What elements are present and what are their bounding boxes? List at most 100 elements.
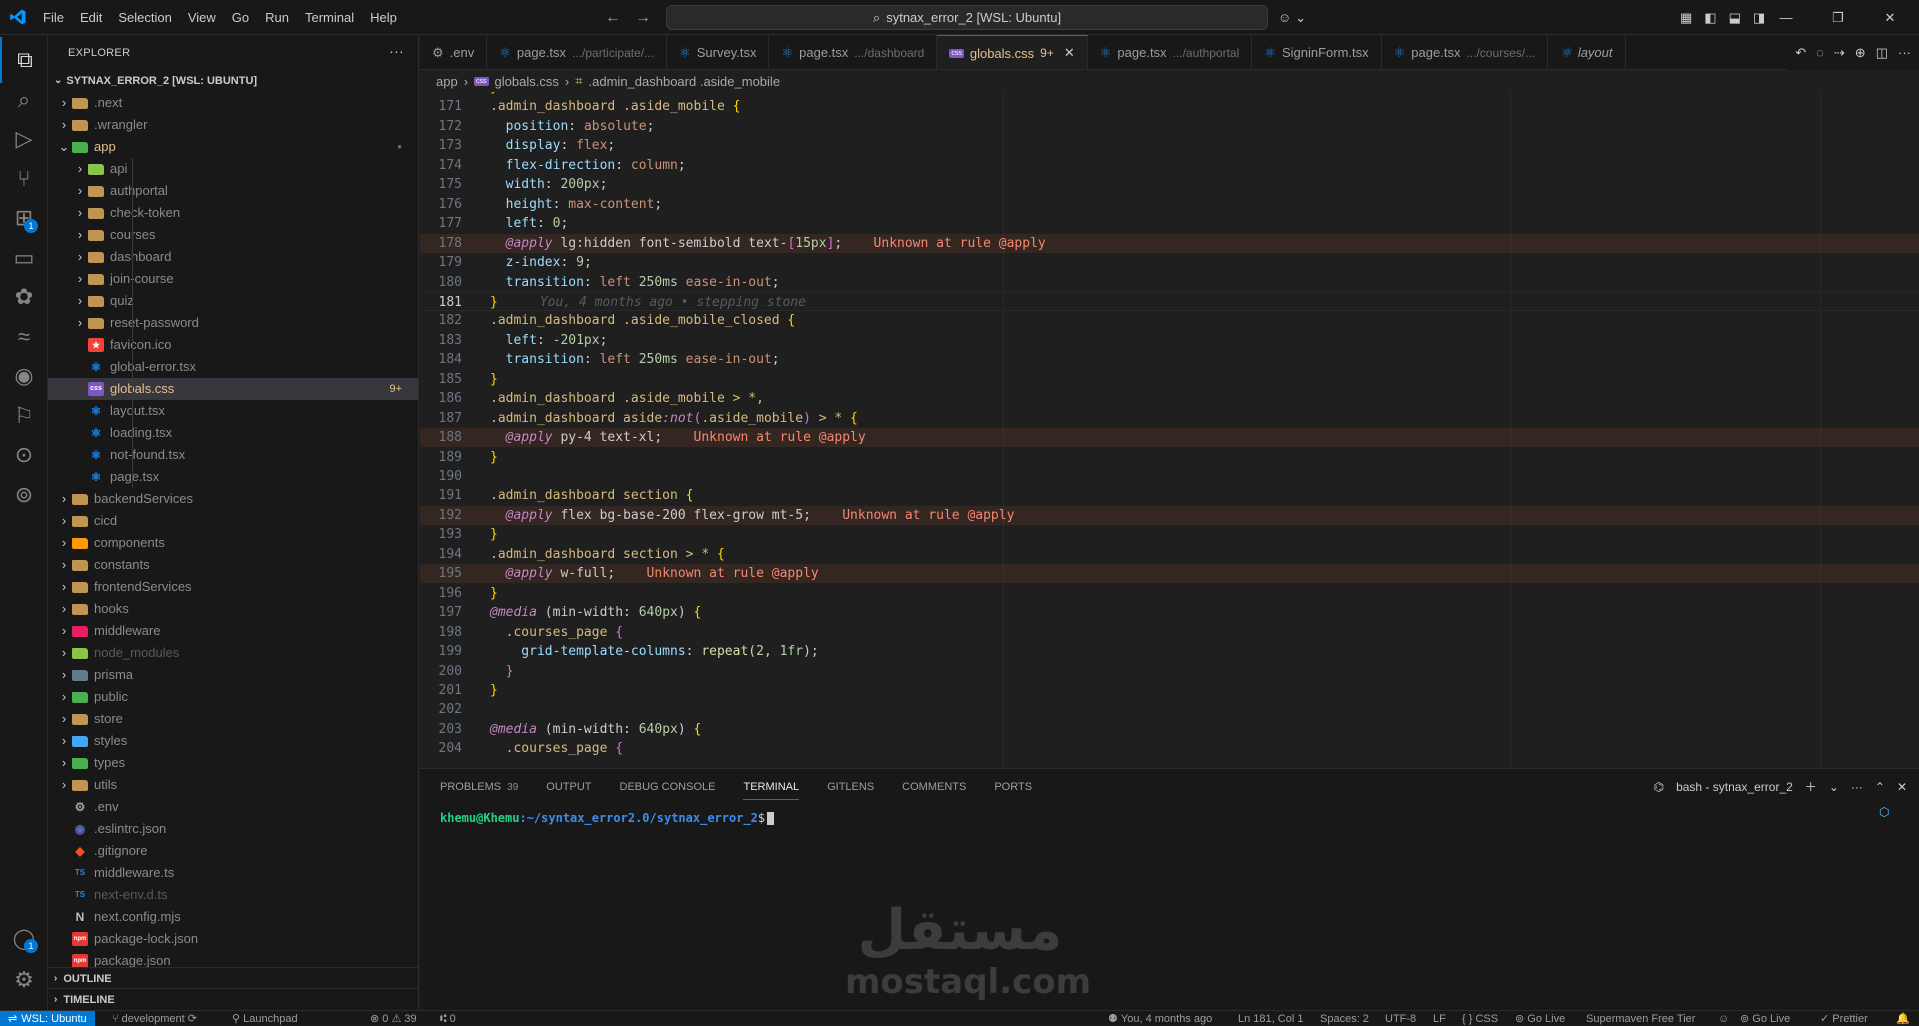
tree-file[interactable]: TS middleware.ts — [48, 862, 418, 884]
toggle-sidebar-icon[interactable]: ◧ — [1704, 10, 1716, 26]
remote-indicator[interactable]: ⇌ WSL: Ubuntu — [0, 1011, 95, 1026]
notifications-icon[interactable]: 🔔 — [1896, 1011, 1910, 1026]
tree-folder[interactable]: › hooks — [48, 598, 418, 620]
tree-folder[interactable]: › dashboard — [48, 246, 418, 268]
open-changes-icon[interactable]: ⇢ — [1834, 45, 1845, 61]
panel-tab-output[interactable]: OUTPUT — [546, 781, 591, 793]
panel-tab-comments[interactable]: COMMENTS — [902, 781, 966, 793]
accounts-icon[interactable]: ◯ 1 — [0, 915, 48, 961]
menu-edit[interactable]: Edit — [72, 0, 110, 35]
docker-icon[interactable]: ⊚ — [0, 472, 48, 518]
code-editor[interactable]: 170}171.admin_dashboard .aside_mobile {1… — [420, 92, 1919, 768]
menu-run[interactable]: Run — [257, 0, 297, 35]
close-icon[interactable]: ✕ — [1864, 10, 1916, 26]
tree-file[interactable]: ⚛ not-found.tsx — [48, 444, 418, 466]
tree-folder[interactable]: › node_modules — [48, 642, 418, 664]
copilot-menu[interactable]: ☺ ⌄ — [1278, 0, 1306, 35]
panel-tab-problems[interactable]: PROBLEMS 39 — [440, 781, 518, 793]
tree-folder[interactable]: › components — [48, 532, 418, 554]
git-blame-indicator[interactable]: ⚉ You, 4 months ago — [1108, 1011, 1212, 1026]
end-of-line[interactable]: LF — [1433, 1011, 1446, 1026]
tree-folder[interactable]: › store — [48, 708, 418, 730]
panel-tab-terminal[interactable]: TERMINAL — [743, 774, 800, 800]
workspace-root[interactable]: ⌄ SYTNAX_ERROR_2 [WSL: UBUNTU] — [48, 70, 418, 92]
menu-selection[interactable]: Selection — [110, 0, 179, 35]
tree-folder[interactable]: › reset-password — [48, 312, 418, 334]
tree-file[interactable]: ⚛ loading.tsx — [48, 422, 418, 444]
language-mode[interactable]: { } CSS — [1462, 1011, 1498, 1026]
prettier-indicator[interactable]: ✓ Prettier — [1820, 1011, 1868, 1026]
panel-tab-gitlens[interactable]: GITLENS — [827, 781, 874, 793]
indentation[interactable]: Spaces: 2 — [1320, 1011, 1369, 1026]
terminal-output[interactable]: khemu@Khemu:~/syntax_error2.0/sytnax_err… — [440, 811, 775, 825]
maximize-panel-icon[interactable]: ⌃ — [1875, 780, 1885, 794]
command-center-search[interactable]: ⌕ sytnax_error_2 [WSL: Ubuntu] — [666, 5, 1268, 30]
tree-folder[interactable]: ⌄ app ● — [48, 136, 418, 158]
restore-icon[interactable]: ❐ — [1812, 10, 1864, 26]
tree-file[interactable]: ⚛ page.tsx — [48, 466, 418, 488]
editor-tab[interactable]: ⚙ .env — [420, 35, 488, 69]
split-editor-icon[interactable]: ◫ — [1876, 45, 1888, 61]
tree-folder[interactable]: › .next — [48, 92, 418, 114]
tree-folder[interactable]: › middleware — [48, 620, 418, 642]
menu-view[interactable]: View — [180, 0, 224, 35]
terminal-name[interactable]: bash - sytnax_error_2 — [1676, 780, 1793, 794]
menu-go[interactable]: Go — [224, 0, 257, 35]
tree-folder[interactable]: › .wrangler — [48, 114, 418, 136]
editor-tab[interactable]: ⚛ page.tsx .../participate/... — [487, 35, 668, 69]
tree-file[interactable]: npm package-lock.json — [48, 928, 418, 950]
launchpad-indicator[interactable]: ⚲ Launchpad — [232, 1011, 298, 1026]
tree-folder[interactable]: ›courses — [48, 224, 418, 246]
compare-icon[interactable]: ◌ — [1816, 45, 1824, 60]
editor-tab[interactable]: ⚛ layout — [1548, 35, 1626, 69]
tree-folder[interactable]: › utils — [48, 774, 418, 796]
more-actions-icon[interactable]: ··· — [1851, 780, 1863, 794]
tree-file[interactable]: ◆ .gitignore — [48, 840, 418, 862]
tree-folder[interactable]: › authportal — [48, 180, 418, 202]
tree-folder[interactable]: › check-token — [48, 202, 418, 224]
gitlens-icon[interactable]: ⊕ — [1855, 45, 1866, 61]
breadcrumb-app[interactable]: app — [436, 74, 458, 89]
tree-file[interactable]: TS next-env.d.ts — [48, 884, 418, 906]
editor-tab[interactable]: ⚛ page.tsx .../authportal — [1088, 35, 1253, 69]
tree-folder[interactable]: › api — [48, 158, 418, 180]
menu-file[interactable]: File — [35, 0, 72, 35]
tree-file[interactable]: ◉ .eslintrc.json — [48, 818, 418, 840]
panel-tab-debug-console[interactable]: DEBUG CONSOLE — [620, 781, 716, 793]
forward-arrow-icon[interactable]: → — [635, 9, 651, 27]
branch-indicator[interactable]: ⑂ development ⟳ — [112, 1011, 197, 1026]
more-actions-icon[interactable]: ··· — [389, 43, 404, 59]
chevron-down-icon[interactable]: ⌄ — [1829, 780, 1839, 794]
timeline-section[interactable]: › TIMELINE — [48, 988, 418, 1010]
tree-folder[interactable]: › types — [48, 752, 418, 774]
menu-terminal[interactable]: Terminal — [297, 0, 362, 35]
go-live-indicator[interactable]: ⊚ Go Live — [1515, 1011, 1565, 1026]
go-back-icon[interactable]: ↶ — [1795, 45, 1806, 61]
toggle-panel-icon[interactable]: ⬓ — [1729, 10, 1741, 26]
editor-tab[interactable]: ⚛ Survey.tsx — [667, 35, 770, 69]
tree-folder[interactable]: › constants — [48, 554, 418, 576]
encoding[interactable]: UTF-8 — [1385, 1011, 1416, 1026]
breadcrumb-file[interactable]: globals.css — [495, 74, 559, 89]
tree-file[interactable]: Nnext.config.mjs — [48, 906, 418, 928]
tree-folder[interactable]: › public — [48, 686, 418, 708]
more-actions-icon[interactable]: ··· — [1898, 45, 1911, 60]
editor-tab[interactable]: ⚛ page.tsx .../courses/... — [1382, 35, 1549, 69]
tree-folder[interactable]: › backendServices — [48, 488, 418, 510]
tree-folder[interactable]: › quiz — [48, 290, 418, 312]
tree-folder[interactable]: › join-course — [48, 268, 418, 290]
close-tab-icon[interactable]: ✕ — [1064, 45, 1075, 61]
close-panel-icon[interactable]: ✕ — [1897, 780, 1907, 794]
tree-folder[interactable]: › frontendServices — [48, 576, 418, 598]
back-arrow-icon[interactable]: ← — [605, 9, 621, 27]
copilot-status-icon[interactable]: ☺ — [1718, 1011, 1729, 1026]
tree-file[interactable]: ★ favicon.ico — [48, 334, 418, 356]
cursor-position[interactable]: Ln 181, Col 1 — [1238, 1011, 1303, 1026]
manage-gear-icon[interactable]: ⚙ — [0, 957, 48, 1003]
minimize-icon[interactable]: — — [1760, 10, 1812, 25]
panel-tab-ports[interactable]: PORTS — [994, 781, 1032, 793]
tree-file[interactable]: ⚛ global-error.tsx — [48, 356, 418, 378]
terminal-bash-icon[interactable]: ⬡ — [1879, 805, 1895, 821]
editor-tab[interactable]: ⚛ SigninForm.tsx — [1252, 35, 1382, 69]
tree-folder[interactable]: › cicd — [48, 510, 418, 532]
